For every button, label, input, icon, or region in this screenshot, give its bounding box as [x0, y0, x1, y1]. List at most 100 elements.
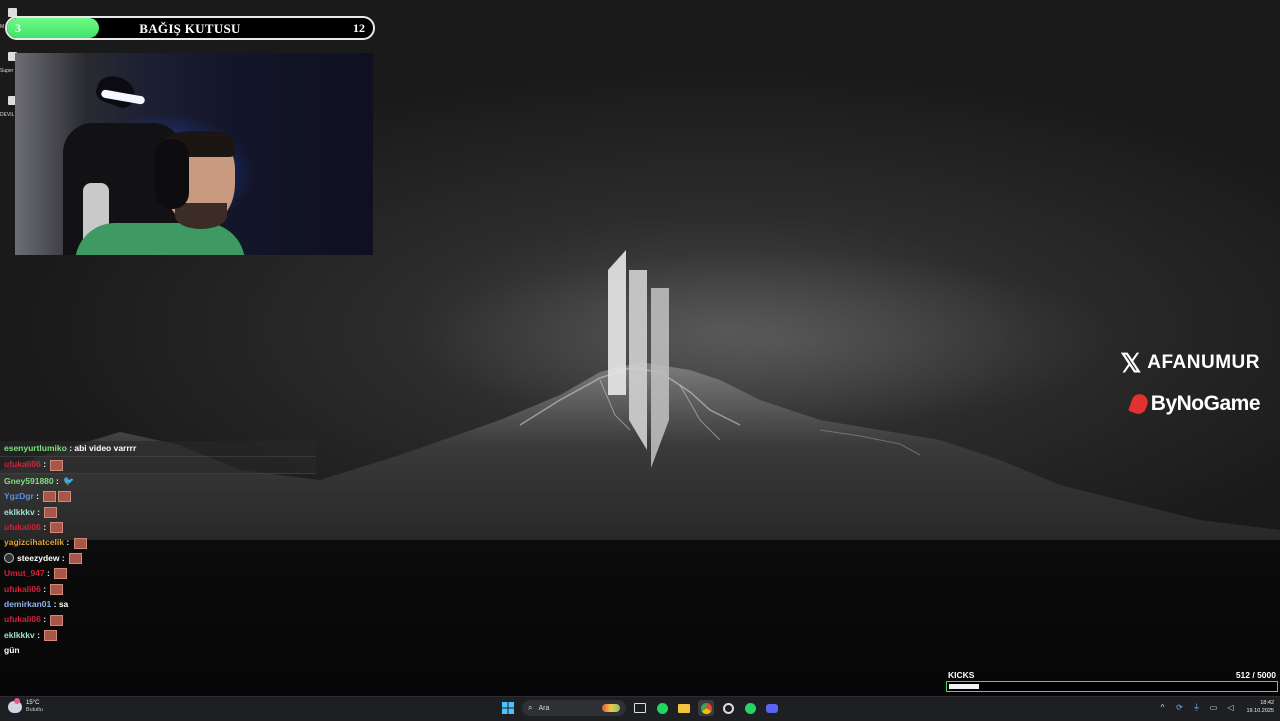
chat-separator: :: [34, 506, 43, 517]
taskbar-clock[interactable]: 18:42 19.10.2025: [1246, 699, 1274, 715]
chat-emote-icon: [50, 583, 64, 595]
chat-emote-icon: [58, 491, 72, 503]
chat-message: YgzDgr :: [0, 489, 316, 504]
user-badge-icon: [4, 553, 14, 564]
chat-emote-icon: [44, 629, 58, 641]
search-highlight-icon: [602, 704, 620, 712]
chat-text: sa: [58, 598, 69, 609]
x-handle: 𝕏 AFANUMUR: [1120, 350, 1260, 376]
skrillex-logo-icon: [608, 250, 669, 468]
kicks-progress-fill: [949, 684, 979, 689]
sponsor-logo: ByNoGame: [1127, 391, 1261, 417]
task-view-icon[interactable]: [632, 700, 648, 716]
chat-emote-icon: [73, 537, 87, 549]
chat-username[interactable]: ufukali06: [4, 459, 41, 469]
chat-username[interactable]: yagizcihatcelik: [4, 537, 64, 547]
donation-title: BAĞIŞ KUTUSU: [139, 21, 241, 36]
chat-emote-icon: [54, 568, 68, 580]
chat-message: yagizcihatcelik :: [0, 535, 316, 550]
desktop-wallpaper: M Super DEVIL 3 BAĞIŞ KUTUSU 12 𝕏 AFANUM…: [0, 0, 1280, 696]
chat-message: ufukali06 :: [0, 582, 316, 597]
x-handle-name: AFANUMUR: [1147, 352, 1260, 373]
x-logo-icon: 𝕏: [1120, 348, 1142, 378]
chat-separator: :: [51, 598, 59, 609]
chat-username[interactable]: Gney591880: [4, 476, 54, 486]
chat-separator: :: [34, 629, 43, 640]
chat-separator: :: [33, 491, 42, 502]
chat-message: eklkkkv :: [0, 505, 316, 520]
chat-emote-icon: [50, 522, 64, 534]
chat-emote-icon: [50, 614, 64, 626]
chat-separator: :: [53, 475, 62, 486]
chat-message: gün: [0, 643, 316, 658]
chat-message: ufukali06 :: [0, 457, 316, 474]
chat-message: demirkan01 : sa: [0, 597, 316, 612]
network-icon[interactable]: ▭: [1208, 702, 1218, 712]
search-icon: ⌕: [528, 703, 533, 712]
windows-start-icon[interactable]: [500, 700, 516, 716]
webcam-feed: [15, 53, 373, 255]
chevron-up-icon[interactable]: ^: [1157, 702, 1167, 712]
usb-icon[interactable]: ⏚: [1191, 702, 1201, 712]
chat-separator: :: [40, 583, 49, 594]
whatsapp-icon[interactable]: [742, 700, 758, 716]
donation-progress-bar: 3 BAĞIŞ KUTUSU 12: [5, 16, 375, 40]
chat-overlay: esenyurtlumiko : abi video varrrr ufukali…: [0, 441, 316, 658]
sync-icon[interactable]: ⟳: [1174, 702, 1184, 712]
volume-icon[interactable]: ◁: [1225, 702, 1235, 712]
chat-username[interactable]: ufukali06: [4, 522, 41, 532]
chat-separator: :: [40, 521, 49, 532]
taskbar: 15°C Bulutlu ⌕ Ara ^ ⟳ ⏚ ▭ ◁ 18:42 19.10…: [0, 696, 1280, 721]
chat-emote-icon: [44, 506, 58, 518]
chrome-icon[interactable]: [698, 700, 714, 716]
weather-cloud-icon: [8, 698, 22, 713]
chat-message: Umut_947 :: [0, 566, 316, 581]
chat-text: abi video varrrr: [74, 443, 137, 453]
streamer-beard: [175, 203, 227, 229]
clock-date: 19.10.2025: [1246, 708, 1274, 714]
chat-message: esenyurtlumiko : abi video varrrr: [0, 441, 316, 458]
kicks-label: KICKS: [948, 670, 975, 680]
chat-emote-icon: [50, 459, 64, 471]
chat-username[interactable]: demirkan01: [4, 599, 51, 609]
chat-message: ufukali06 :: [0, 612, 316, 627]
chat-emote-icon: [43, 491, 57, 503]
chat-username[interactable]: esenyurtlumiko: [4, 443, 67, 453]
chat-separator: :: [40, 459, 49, 470]
chat-message: Gney591880 : 🐦: [0, 474, 316, 489]
kicks-progress-bar: [946, 681, 1278, 692]
taskbar-search[interactable]: ⌕ Ara: [522, 700, 626, 716]
weather-desc: Bulutlu: [26, 707, 43, 713]
chat-username[interactable]: Umut_947: [4, 568, 45, 578]
chat-username[interactable]: ufukali06: [4, 614, 41, 624]
chat-username[interactable]: eklkkkv: [4, 630, 35, 640]
discord-icon[interactable]: [764, 700, 780, 716]
kicks-value: 512 / 5000: [1235, 670, 1276, 680]
file-explorer-icon[interactable]: [676, 700, 692, 716]
chat-username[interactable]: ufukali06: [4, 584, 41, 594]
streamer-shirt: [75, 223, 245, 255]
chat-username[interactable]: gün: [4, 645, 20, 655]
weather-widget[interactable]: 15°C Bulutlu: [8, 698, 43, 714]
chat-username[interactable]: YgzDgr: [4, 491, 34, 501]
chat-message: ufukali06 :: [0, 520, 316, 535]
spotify-icon[interactable]: [654, 700, 670, 716]
sponsor-name: ByNoGame: [1150, 392, 1261, 415]
bynogame-logo-icon: [1127, 391, 1150, 417]
search-placeholder: Ara: [538, 704, 550, 712]
taskbar-apps: ⌕ Ara: [500, 700, 780, 716]
headset: [155, 139, 189, 209]
chat-separator: :: [44, 568, 53, 579]
chrome-alt-icon[interactable]: [720, 700, 736, 716]
chat-separator: :: [59, 552, 68, 563]
chat-separator: :: [64, 537, 72, 548]
donation-goal: 12: [353, 21, 365, 35]
chat-username[interactable]: steezydew: [17, 553, 60, 563]
bird-emote-icon: 🐦: [63, 476, 75, 487]
weather-temp: 15°C: [26, 700, 40, 706]
chat-separator: :: [40, 614, 49, 625]
chat-username[interactable]: eklkkkv: [4, 507, 35, 517]
chat-message: steezydew :: [0, 551, 316, 566]
clock-time: 18:42: [1260, 700, 1274, 706]
chat-message: eklkkkv :: [0, 628, 316, 643]
